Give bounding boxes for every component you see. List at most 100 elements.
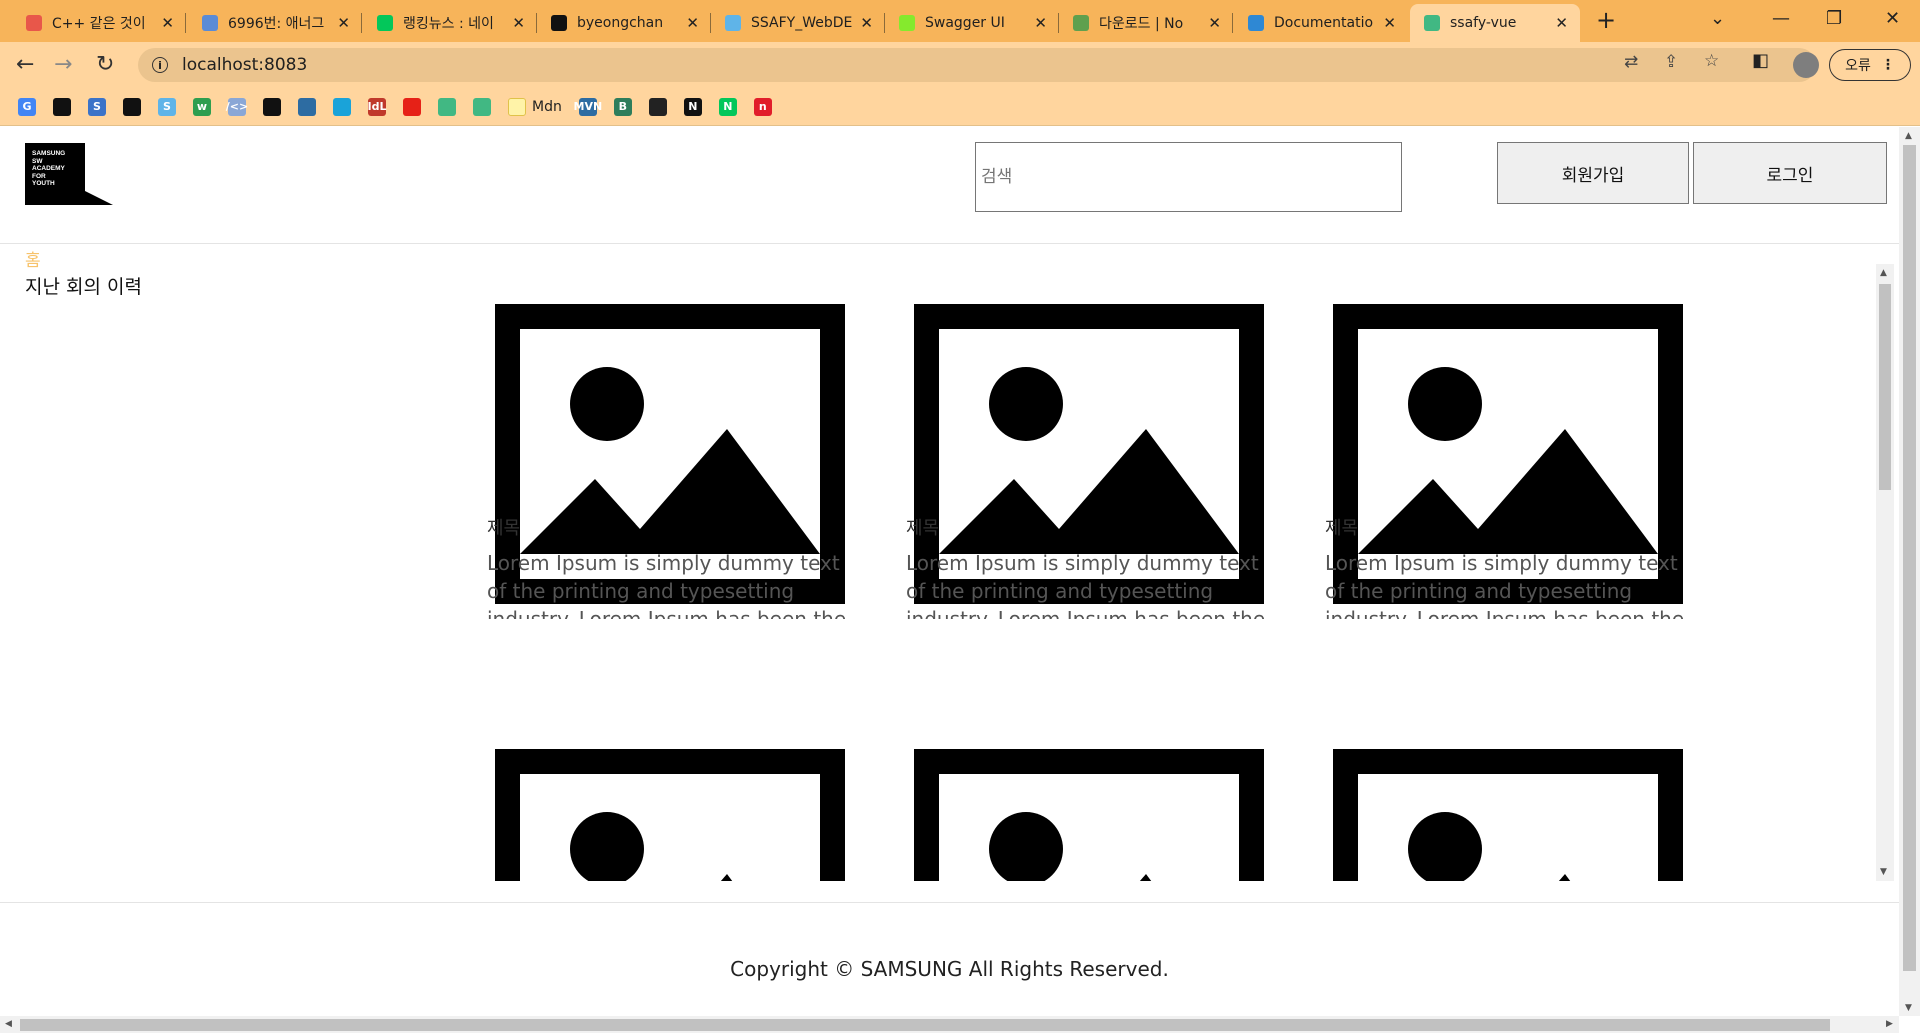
forward-arrow-icon[interactable]: → (54, 52, 72, 77)
vue-icon (1424, 15, 1440, 31)
close-window-icon[interactable]: ✕ (1885, 8, 1900, 29)
card-title: 제목 (906, 518, 940, 539)
velog-icon (551, 15, 567, 31)
footer-divider (0, 902, 1899, 903)
close-tab-icon[interactable]: ✕ (686, 14, 699, 32)
vue-icon[interactable] (473, 97, 491, 116)
logo-line: SAMSUNG (32, 150, 66, 157)
close-tab-icon[interactable]: ✕ (1555, 14, 1568, 32)
s-icon[interactable]: S (158, 97, 176, 116)
minimize-icon[interactable]: — (1772, 8, 1790, 29)
close-tab-icon[interactable]: ✕ (860, 14, 873, 32)
vue-icon[interactable] (438, 97, 456, 116)
code-icon[interactable]: /<> (226, 97, 248, 116)
notion-icon[interactable]: N (683, 97, 702, 116)
signup-label: 회원가입 (1561, 165, 1625, 186)
site-info-icon[interactable]: i (152, 57, 168, 73)
velog-icon[interactable] (123, 97, 141, 116)
mvn-icon[interactable]: MVN (574, 97, 602, 116)
side-panel-icon[interactable]: ◧ (1752, 50, 1769, 71)
scroll-down-arrow-icon[interactable]: ▼ (1905, 1003, 1912, 1013)
card-description: Lorem Ipsum is simply dummy text of the … (906, 551, 1266, 619)
scroll-up-arrow-icon[interactable]: ▲ (1905, 131, 1912, 141)
bookmark-mdn-label: Mdn (532, 98, 562, 115)
naver-icon (377, 15, 393, 31)
close-tab-icon[interactable]: ✕ (1034, 14, 1047, 32)
list-scrollbar[interactable]: ▲ ▼ (1876, 264, 1894, 881)
arrow-icon[interactable] (263, 97, 281, 116)
n-icon[interactable]: n (753, 97, 772, 116)
header-divider (0, 243, 1899, 244)
reload-icon[interactable]: ↻ (96, 52, 114, 77)
s-icon[interactable]: S (88, 97, 106, 116)
profile-error-button[interactable]: 오류 ⋮ (1829, 49, 1911, 81)
bookmark-star-icon[interactable]: ☆ (1704, 51, 1719, 71)
google-icon[interactable]: G (18, 97, 36, 116)
browser-tab[interactable]: Swagger UI ✕ (885, 4, 1059, 42)
bookmarks-bar: G S Sw /<> IdL Mdn MVN B N Nn (0, 88, 1920, 126)
tab-title: Documentatio (1274, 15, 1374, 31)
naver-icon[interactable]: N (718, 97, 737, 116)
back-arrow-icon[interactable]: ← (16, 52, 34, 77)
logo-text: SAMSUNG SW ACADEMY FOR YOUTH (32, 150, 65, 188)
close-tab-icon[interactable]: ✕ (512, 14, 525, 32)
signup-button[interactable]: 회원가입 (1497, 142, 1689, 204)
browser-tab[interactable]: byeongchan ✕ (537, 4, 711, 42)
browser-tab[interactable]: 랭킹뉴스 : 네이 ✕ (363, 4, 537, 42)
tab-title: 6996번: 애너그 (228, 16, 325, 32)
address-bar[interactable]: i localhost:8083 (138, 48, 1816, 82)
conference-list: 제목 Lorem Ipsum is simply dummy text of t… (0, 264, 1899, 881)
vscode-icon (1248, 15, 1264, 31)
browser-tab[interactable]: Documentatio ✕ (1234, 4, 1408, 42)
map-pin-icon[interactable] (648, 97, 667, 116)
bookmark-mdn[interactable]: Mdn (508, 97, 562, 116)
restore-icon[interactable]: ❐ (1826, 8, 1842, 29)
page-scrollbar-thumb[interactable] (1903, 145, 1916, 971)
page-hscrollbar-thumb[interactable] (20, 1019, 1830, 1031)
browser-tab[interactable]: C++ 같은 것이 ✕ (12, 4, 186, 42)
folder-icon (508, 97, 526, 116)
tab-separator (361, 13, 362, 33)
ssafy-logo[interactable]: SAMSUNG SW ACADEMY FOR YOUTH (25, 143, 113, 205)
scissors-icon (26, 15, 42, 31)
avatar[interactable] (1793, 52, 1819, 78)
browser-tab[interactable]: SSAFY_WebDE ✕ (711, 4, 885, 42)
kebab-menu-icon: ⋮ (1880, 57, 1895, 73)
shield-icon[interactable]: B (613, 97, 632, 116)
share-icon[interactable]: ⇪ (1664, 52, 1678, 72)
scroll-up-arrow-icon[interactable]: ▲ (1880, 268, 1887, 278)
scroll-left-arrow-icon[interactable]: ◀ (5, 1019, 12, 1029)
idl-icon[interactable]: IdL (368, 97, 387, 116)
youtube-icon[interactable] (403, 97, 421, 116)
edge-icon[interactable] (333, 97, 351, 116)
browser-tab[interactable]: 다운로드 | No ✕ (1059, 4, 1233, 42)
w-icon[interactable]: w (193, 97, 211, 116)
tab-title: C++ 같은 것이 (52, 16, 146, 32)
close-tab-icon[interactable]: ✕ (1383, 14, 1396, 32)
login-button[interactable]: 로그인 (1693, 142, 1887, 204)
browser-tab[interactable]: ssafy-vue ✕ (1410, 4, 1580, 42)
url-text[interactable]: localhost:8083 (182, 55, 307, 75)
logo-line: ACADEMY (32, 165, 65, 172)
tab-title: 랭킹뉴스 : 네이 (403, 16, 494, 32)
close-tab-icon[interactable]: ✕ (337, 14, 350, 32)
browser-tab-strip: C++ 같은 것이 ✕ 6996번: 애너그 ✕ 랭킹뉴스 : 네이 ✕ byeongcha… (0, 0, 1920, 42)
page-horizontal-scrollbar[interactable]: ◀ ▶ (0, 1016, 1899, 1033)
browser-tab[interactable]: 6996번: 애너그 ✕ (188, 4, 362, 42)
search-input[interactable] (975, 142, 1402, 212)
close-tab-icon[interactable]: ✕ (1208, 14, 1221, 32)
list-scrollbar-thumb[interactable] (1879, 284, 1891, 490)
scroll-down-arrow-icon[interactable]: ▼ (1880, 867, 1887, 877)
tab-title: ssafy-vue (1450, 15, 1517, 31)
page-vertical-scrollbar[interactable]: ▲ ▼ (1899, 127, 1920, 1016)
close-tab-icon[interactable]: ✕ (161, 14, 174, 32)
tab-separator (185, 13, 186, 33)
tab-search-icon[interactable]: ⌄ (1710, 8, 1725, 29)
card-description: Lorem Ipsum is simply dummy text of the … (487, 551, 847, 619)
velog-icon[interactable] (53, 97, 71, 116)
tab-title: byeongchan (577, 15, 664, 31)
mysql-icon[interactable] (298, 97, 316, 116)
translate-icon[interactable]: ⇄ (1624, 52, 1638, 72)
scroll-right-arrow-icon[interactable]: ▶ (1886, 1019, 1893, 1029)
new-tab-button[interactable]: + (1596, 6, 1616, 34)
